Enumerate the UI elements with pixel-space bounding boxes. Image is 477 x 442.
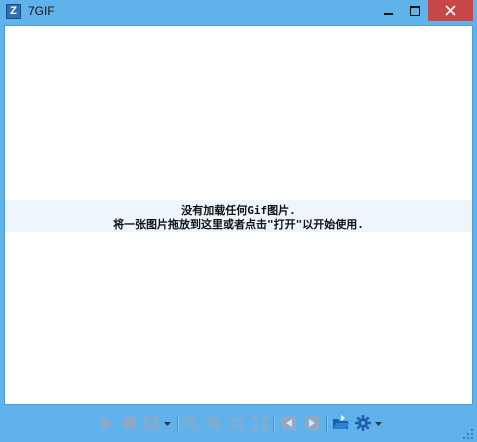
maximize-button[interactable] xyxy=(402,0,428,21)
fit-icon xyxy=(229,415,245,431)
zoom-out-icon xyxy=(183,415,199,431)
zoom-in-icon xyxy=(206,415,222,431)
app-window: Z 7GIF 没有加载任何Gif图片. 将一张图片拖放到这里或者点击"打开"以开… xyxy=(0,0,477,442)
minimize-button[interactable] xyxy=(376,0,402,21)
close-icon xyxy=(445,5,456,16)
fit-window-button[interactable] xyxy=(228,414,246,432)
actual-size-button[interactable] xyxy=(251,414,269,432)
image-viewer-area[interactable]: 没有加载任何Gif图片. 将一张图片拖放到这里或者点击"打开"以开始使用. xyxy=(4,25,473,405)
next-icon xyxy=(305,416,319,430)
open-icon xyxy=(333,415,349,429)
zoom-in-button[interactable] xyxy=(205,414,223,432)
stop-icon xyxy=(124,417,136,429)
bottom-toolbar xyxy=(0,405,477,442)
title-bar[interactable]: Z 7GIF xyxy=(0,0,477,24)
empty-state-message: 没有加载任何Gif图片. 将一张图片拖放到这里或者点击"打开"以开始使用. xyxy=(5,200,472,232)
settings-dropdown-button[interactable] xyxy=(354,414,384,432)
toolbar-separator xyxy=(273,415,275,433)
toolbar-separator xyxy=(326,415,328,433)
zoom-out-button[interactable] xyxy=(182,414,200,432)
previous-frame-button[interactable] xyxy=(280,414,298,432)
resize-grip-icon[interactable] xyxy=(463,429,473,439)
minimize-icon xyxy=(384,13,393,15)
next-frame-button[interactable] xyxy=(303,414,321,432)
play-button[interactable] xyxy=(97,414,115,432)
drag-drop-hint-text: 将一张图片拖放到这里或者点击"打开"以开始使用. xyxy=(113,218,364,231)
maximize-icon xyxy=(410,6,420,16)
settings-icon xyxy=(355,415,382,431)
window-title: 7GIF xyxy=(28,4,55,18)
frames-icon xyxy=(144,416,171,430)
close-button[interactable] xyxy=(428,0,473,21)
app-icon[interactable]: Z xyxy=(6,4,21,19)
previous-icon xyxy=(282,416,296,430)
actual-size-icon xyxy=(252,415,268,431)
open-button[interactable] xyxy=(332,414,350,432)
stop-button[interactable] xyxy=(121,414,139,432)
toolbar-separator xyxy=(177,415,179,433)
frames-dropdown-button[interactable] xyxy=(143,414,173,432)
play-icon xyxy=(101,416,113,430)
